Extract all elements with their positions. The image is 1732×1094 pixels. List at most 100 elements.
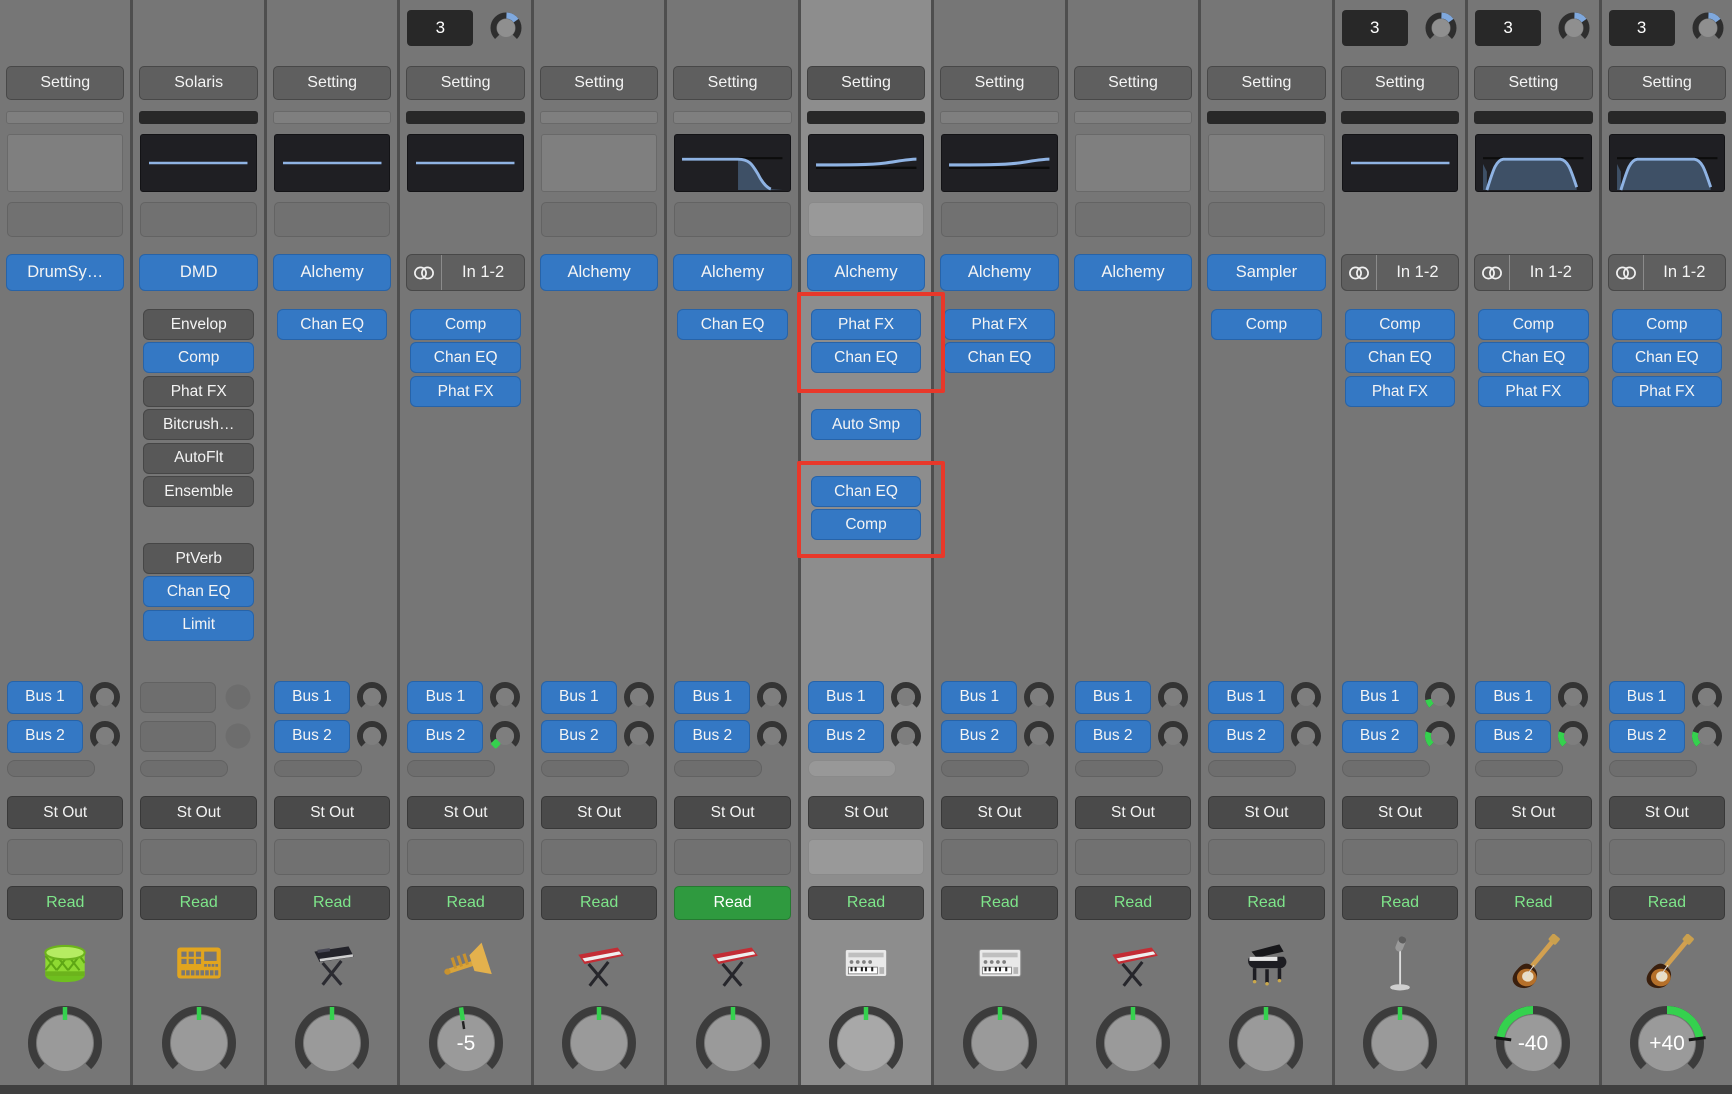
setting-button[interactable]: Setting: [940, 66, 1058, 100]
midi-fx-slot[interactable]: [1075, 202, 1191, 237]
send-level-knob[interactable]: [88, 719, 122, 753]
output-slot[interactable]: St Out: [941, 796, 1057, 829]
audio-fx-plugin-slot[interactable]: Ensemble: [143, 476, 253, 507]
setting-button[interactable]: Setting: [1608, 66, 1726, 100]
eq-thumbnail[interactable]: [1609, 134, 1725, 192]
setting-button[interactable]: Setting: [673, 66, 791, 100]
send-bus-button[interactable]: Bus 2: [1075, 720, 1151, 753]
audio-fx-plugin-slot[interactable]: Chan EQ: [410, 342, 520, 373]
track-icon[interactable]: [801, 930, 931, 1000]
send-level-knob[interactable]: [355, 719, 389, 753]
send-placeholder-bar[interactable]: [1475, 760, 1563, 777]
eq-thumbnail[interactable]: [1342, 134, 1458, 192]
input-slot[interactable]: Sampler: [1207, 254, 1325, 291]
output-slot[interactable]: St Out: [7, 796, 123, 829]
setting-button[interactable]: Setting: [273, 66, 391, 100]
group-slot[interactable]: [1342, 839, 1458, 875]
send-placeholder-bar[interactable]: [407, 760, 495, 777]
send-knob-empty[interactable]: [221, 719, 255, 753]
track-mini-knob[interactable]: [1556, 10, 1592, 46]
send-level-knob[interactable]: [1690, 719, 1724, 753]
setting-button[interactable]: Setting: [540, 66, 658, 100]
send-placeholder-bar[interactable]: [274, 760, 362, 777]
setting-button[interactable]: Setting: [406, 66, 524, 100]
track-icon[interactable]: [1201, 930, 1331, 1000]
track-mini-knob[interactable]: [488, 10, 524, 46]
send-bus-button[interactable]: Bus 1: [1342, 681, 1418, 714]
track-icon[interactable]: [1068, 930, 1198, 1000]
input-slot[interactable]: Alchemy: [940, 254, 1058, 291]
send-placeholder-bar[interactable]: [1075, 760, 1163, 777]
group-slot[interactable]: [407, 839, 523, 875]
output-slot[interactable]: St Out: [1208, 796, 1324, 829]
send-bus-button[interactable]: Bus 2: [674, 720, 750, 753]
audio-fx-plugin-slot[interactable]: AutoFlt: [143, 443, 253, 474]
midi-fx-slot[interactable]: [941, 202, 1057, 237]
audio-fx-plugin-slot[interactable]: Comp: [1478, 309, 1588, 340]
output-slot[interactable]: St Out: [674, 796, 790, 829]
track-mini-knob[interactable]: [1690, 10, 1726, 46]
track-icon[interactable]: [267, 930, 397, 1000]
send-level-knob[interactable]: [1156, 719, 1190, 753]
group-slot[interactable]: [1609, 839, 1725, 875]
track-icon[interactable]: [400, 930, 530, 1000]
automation-mode-button[interactable]: Read: [140, 886, 256, 920]
audio-fx-plugin-slot[interactable]: Phat FX: [143, 376, 253, 407]
send-placeholder-bar[interactable]: [808, 760, 896, 777]
group-slot[interactable]: [674, 839, 790, 875]
send-bus-button[interactable]: Bus 1: [407, 681, 483, 714]
output-slot[interactable]: St Out: [407, 796, 523, 829]
send-bus-button[interactable]: Bus 2: [808, 720, 884, 753]
audio-fx-plugin-slot[interactable]: Phat FX: [1345, 376, 1455, 407]
pan-knob[interactable]: -40: [1468, 1002, 1598, 1084]
stereo-format-icon[interactable]: [1609, 255, 1644, 290]
send-bus-button[interactable]: Bus 2: [1208, 720, 1284, 753]
send-slot-empty[interactable]: [140, 721, 216, 752]
audio-fx-plugin-slot[interactable]: Phat FX: [1478, 376, 1588, 407]
pan-knob[interactable]: [1068, 1002, 1198, 1084]
pan-knob[interactable]: [0, 1002, 130, 1084]
midi-fx-slot[interactable]: [1208, 202, 1324, 237]
send-placeholder-bar[interactable]: [1609, 760, 1697, 777]
audio-fx-plugin-slot[interactable]: Chan EQ: [1612, 342, 1722, 373]
input-slot[interactable]: Alchemy: [673, 254, 791, 291]
send-level-knob[interactable]: [1289, 719, 1323, 753]
send-level-knob[interactable]: [889, 680, 923, 714]
send-bus-button[interactable]: Bus 2: [941, 720, 1017, 753]
automation-mode-button[interactable]: Read: [674, 886, 790, 920]
send-level-knob[interactable]: [488, 680, 522, 714]
group-slot[interactable]: [1475, 839, 1591, 875]
eq-thumbnail[interactable]: [541, 134, 657, 192]
send-bus-button[interactable]: Bus 1: [941, 681, 1017, 714]
send-bus-button[interactable]: Bus 2: [1342, 720, 1418, 753]
audio-fx-plugin-slot[interactable]: Comp: [1345, 309, 1455, 340]
setting-button[interactable]: Setting: [1207, 66, 1325, 100]
send-bus-button[interactable]: Bus 1: [7, 681, 83, 714]
setting-button[interactable]: Setting: [1341, 66, 1459, 100]
track-mini-knob[interactable]: [1423, 10, 1459, 46]
track-icon[interactable]: [1602, 930, 1732, 1000]
send-placeholder-bar[interactable]: [7, 760, 95, 777]
automation-mode-button[interactable]: Read: [7, 886, 123, 920]
audio-fx-plugin-slot[interactable]: Chan EQ: [277, 309, 387, 340]
send-bus-button[interactable]: Bus 1: [541, 681, 617, 714]
output-slot[interactable]: St Out: [140, 796, 256, 829]
send-level-knob[interactable]: [1289, 680, 1323, 714]
pan-knob[interactable]: [267, 1002, 397, 1084]
send-level-knob[interactable]: [1022, 719, 1056, 753]
eq-thumbnail[interactable]: [140, 134, 256, 192]
input-slot[interactable]: Alchemy: [273, 254, 391, 291]
pan-knob[interactable]: [934, 1002, 1064, 1084]
pan-knob[interactable]: [534, 1002, 664, 1084]
automation-mode-button[interactable]: Read: [1609, 886, 1725, 920]
send-level-knob[interactable]: [1690, 680, 1724, 714]
audio-fx-plugin-slot[interactable]: Chan EQ: [944, 342, 1054, 373]
automation-mode-button[interactable]: Read: [1342, 886, 1458, 920]
stereo-format-icon[interactable]: [1342, 255, 1377, 290]
send-placeholder-bar[interactable]: [1342, 760, 1430, 777]
audio-fx-plugin-slot[interactable]: Comp: [1211, 309, 1321, 340]
setting-button[interactable]: Setting: [1074, 66, 1192, 100]
send-bus-button[interactable]: Bus 2: [407, 720, 483, 753]
audio-fx-plugin-slot[interactable]: Envelop: [143, 309, 253, 340]
eq-thumbnail[interactable]: [274, 134, 390, 192]
